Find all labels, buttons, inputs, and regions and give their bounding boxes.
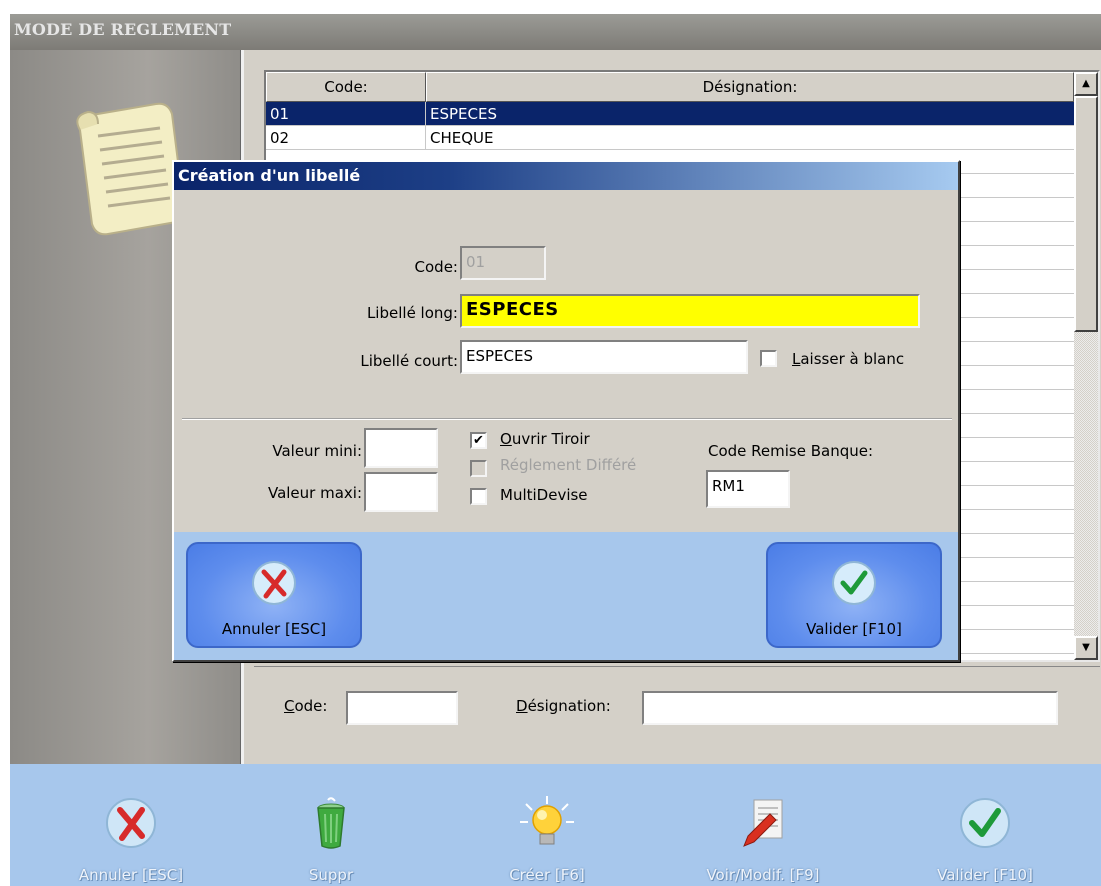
dialog-separator	[182, 418, 952, 420]
dialog-short-label: Libellé court:	[360, 352, 458, 370]
multi-currency-label[interactable]: MultiDevise	[500, 486, 588, 504]
bank-code-label: Code Remise Banque:	[708, 442, 874, 460]
dialog-title: Création d'un libellé	[174, 162, 958, 190]
open-drawer-mnemonic: O	[500, 430, 512, 448]
max-value-input[interactable]	[364, 472, 438, 512]
window-title: MODE DE REGLEMENT	[10, 14, 1101, 50]
toolbar-create-label: Créer [F6]	[509, 866, 585, 884]
dialog-cancel-label: Annuler [ESC]	[221, 620, 327, 638]
deferred-payment-checkbox	[470, 460, 487, 477]
dialog-code-input[interactable]: 01	[460, 246, 546, 280]
search-bar: Code: Désignation:	[254, 666, 1100, 762]
leave-blank-text: aisser à blanc	[800, 350, 905, 368]
bank-code-input[interactable]: RM1	[706, 470, 790, 508]
column-header-code[interactable]: Code:	[266, 72, 426, 102]
open-drawer-label[interactable]: Ouvrir Tiroir	[500, 430, 590, 448]
open-drawer-checkbox[interactable]: ✔	[470, 432, 487, 449]
column-header-designation[interactable]: Désignation:	[426, 72, 1074, 102]
toolbar-delete-label: Suppr	[308, 866, 354, 884]
toolbar-delete-button[interactable]: Suppr	[256, 774, 406, 884]
deferred-payment-label: Réglement Différé	[500, 456, 637, 474]
toolbar-edit-label: Voir/Modif. [F9]	[706, 866, 820, 884]
dialog-long-label: Libellé long:	[366, 304, 458, 322]
dialog-validate-label: Valider [F10]	[806, 620, 902, 638]
cell-designation: CHEQUE	[430, 129, 494, 147]
pencil-document-icon	[743, 799, 783, 847]
red-x-icon	[252, 561, 296, 605]
toolbar-validate-label: Valider [F10]	[937, 866, 1033, 884]
light-bulb-icon	[520, 796, 574, 845]
max-value-label: Valeur maxi:	[267, 484, 362, 502]
dialog-long-input[interactable]: ESPECES	[460, 294, 920, 328]
dialog-cancel-button[interactable]: Annuler [ESC]	[186, 542, 362, 648]
dialog-short-input[interactable]: ESPECES	[460, 340, 748, 374]
green-check-icon	[832, 561, 876, 605]
search-code-label-text: ode:	[294, 697, 328, 715]
toolbar-cancel-button[interactable]: Annuler [ESC]	[56, 774, 206, 884]
leave-blank-checkbox[interactable]	[760, 350, 777, 367]
dialog-code-label: Code:	[414, 258, 458, 276]
table-row[interactable]: 01 ESPECES	[266, 102, 1074, 126]
cell-code: 02	[266, 126, 426, 150]
scroll-down-button[interactable]: ▼	[1074, 636, 1098, 660]
open-drawer-text: uvrir Tiroir	[511, 430, 590, 448]
trash-can-icon	[317, 797, 345, 849]
search-code-label: Code:	[284, 697, 327, 715]
scroll-thumb[interactable]	[1074, 96, 1098, 332]
grid-vertical-scrollbar[interactable]: ▲ ▼	[1074, 72, 1098, 660]
search-code-input[interactable]	[346, 691, 458, 725]
search-designation-label-mnemonic: D	[516, 697, 528, 715]
green-check-icon	[960, 798, 1010, 848]
toolbar-validate-button[interactable]: Valider [F10]	[910, 774, 1060, 884]
cell-designation: ESPECES	[430, 105, 497, 123]
min-value-input[interactable]	[364, 428, 438, 468]
grid-header: Code: Désignation:	[266, 72, 1074, 102]
search-code-label-mnemonic: C	[284, 697, 295, 715]
dialog-footer: Annuler [ESC] Valider [F10]	[174, 532, 958, 660]
toolbar-cancel-label: Annuler [ESC]	[78, 866, 184, 884]
create-label-dialog: Création d'un libellé Code: 01 Libellé l…	[172, 160, 960, 662]
multi-currency-checkbox[interactable]	[470, 488, 487, 505]
red-x-icon	[106, 798, 156, 848]
toolbar-create-button[interactable]: Créer [F6]	[472, 774, 622, 884]
search-designation-label-text: ésignation:	[527, 697, 611, 715]
cell-code: 01	[266, 102, 426, 126]
search-designation-label: Désignation:	[516, 697, 611, 715]
bottom-toolbar: Annuler [ESC] Suppr Créer [F6] Voir/Modi…	[10, 764, 1101, 886]
leave-blank-label[interactable]: Laisser à blanc	[792, 350, 904, 368]
table-row[interactable]: 02 CHEQUE	[266, 126, 1074, 150]
dialog-validate-button[interactable]: Valider [F10]	[766, 542, 942, 648]
search-designation-input[interactable]	[642, 691, 1058, 725]
min-value-label: Valeur mini:	[272, 442, 362, 460]
toolbar-edit-button[interactable]: Voir/Modif. [F9]	[688, 774, 838, 884]
scroll-up-button[interactable]: ▲	[1074, 72, 1098, 96]
